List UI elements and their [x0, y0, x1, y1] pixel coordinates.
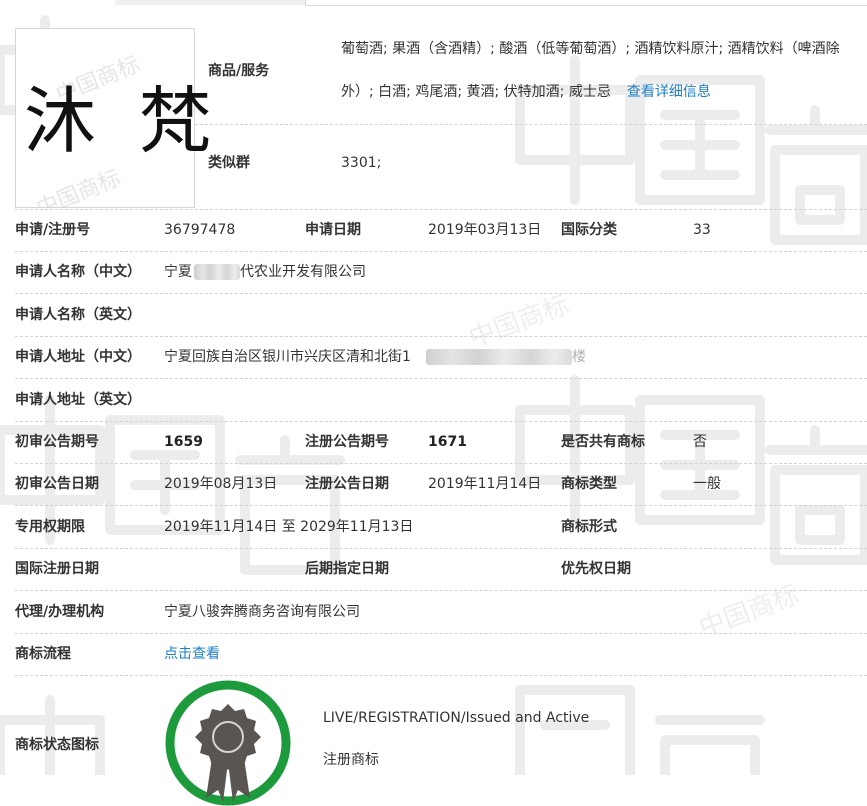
reg-no-value: 36797478 — [164, 222, 236, 238]
intl-class-value: 33 — [693, 222, 711, 238]
address-en-label: 申请人地址（英文） — [15, 392, 141, 408]
reg-pub-no-value: 1671 — [428, 434, 467, 450]
row-divider — [15, 336, 867, 337]
similar-group-value: 3301; — [341, 155, 382, 171]
intl-reg-date-label: 国际注册日期 — [15, 561, 99, 577]
app-date-value: 2019年03月13日 — [428, 222, 542, 238]
tab-strip — [0, 0, 867, 6]
row-divider — [15, 251, 867, 252]
redacted-region — [194, 264, 240, 280]
trademark-image: 中国商标 中国商标 沐 梵 — [15, 28, 211, 208]
goods-services-text: 外）; 白酒; 鸡尾酒; 黄酒; 伏特加酒; 威士忌 — [341, 84, 611, 100]
tm-form-label: 商标形式 — [561, 519, 617, 535]
agent-label: 代理/办理机构 — [15, 604, 105, 620]
prelim-no-value: 1659 — [164, 434, 203, 450]
priority-date-label: 优先权日期 — [561, 561, 631, 577]
row-divider — [15, 378, 867, 379]
intl-class-label: 国际分类 — [561, 222, 617, 238]
tm-type-label: 商标类型 — [561, 476, 617, 492]
tm-process-link[interactable]: 点击查看 — [164, 644, 220, 664]
goods-services-line-1: 葡萄酒; 果酒（含酒精）; 酸酒（低等葡萄酒）; 酒精饮料原汁; 酒精饮料（啤酒… — [341, 41, 840, 57]
later-designation-label: 后期指定日期 — [305, 561, 389, 577]
address-cn-value-prefix: 宁夏回族自治区银川市兴庆区清和北街1 — [164, 349, 411, 365]
status-chinese: 注册商标 — [323, 752, 379, 768]
status-english: LIVE/REGISTRATION/Issued and Active — [323, 710, 590, 726]
tm-status-label: 商标状态图标 — [15, 737, 99, 753]
shared-tm-label: 是否共有商标 — [561, 434, 645, 450]
row-divider — [195, 124, 867, 125]
applicant-en-label: 申请人名称（英文） — [15, 307, 141, 323]
agent-value: 宁夏八骏奔腾商务咨询有限公司 — [164, 604, 360, 620]
view-details-link[interactable]: 查看详细信息 — [627, 84, 711, 100]
applicant-cn-value-prefix: 宁夏 — [164, 264, 192, 280]
active-tab[interactable] — [115, 0, 306, 5]
prelim-date-label: 初审公告日期 — [15, 476, 99, 492]
row-divider — [15, 590, 867, 591]
tm-process-label: 商标流程 — [15, 646, 71, 662]
row-divider — [15, 421, 867, 422]
tm-type-value: 一般 — [693, 476, 721, 492]
reg-no-label: 申请/注册号 — [15, 222, 91, 238]
reg-pub-no-label: 注册公告期号 — [305, 434, 389, 450]
status-badge-icon — [165, 680, 291, 806]
trademark-detail-page: 中国商标 中国商标 沐 梵 商品/服务 葡萄酒; 果酒（含酒精）; 酸酒（低等葡… — [0, 0, 867, 806]
reg-pub-date-label: 注册公告日期 — [305, 476, 389, 492]
address-cn-label: 申请人地址（中文） — [15, 349, 141, 365]
row-divider — [15, 505, 867, 506]
applicant-cn-value-suffix: 代农业开发有限公司 — [240, 264, 366, 280]
redacted-region — [426, 349, 572, 365]
row-divider — [15, 209, 867, 210]
exclusive-period-label: 专用权期限 — [15, 519, 85, 535]
applicant-cn-label: 申请人名称（中文） — [15, 264, 141, 280]
address-cn-value-suffix: 楼 — [572, 349, 586, 365]
row-divider — [15, 675, 867, 676]
row-divider — [15, 463, 867, 464]
shared-tm-value: 否 — [693, 434, 707, 450]
row-divider — [15, 293, 867, 294]
mark-card-watermark-text: 中国商标 — [33, 166, 124, 207]
row-divider — [15, 548, 867, 549]
goods-services-line-2: 外）; 白酒; 鸡尾酒; 黄酒; 伏特加酒; 威士忌 查看详细信息 — [341, 82, 711, 102]
trademark-mark-text: 沐 梵 — [24, 79, 221, 163]
tab-strip-baseline — [305, 5, 867, 6]
goods-services-label: 商品/服务 — [208, 63, 270, 79]
row-divider — [15, 633, 867, 634]
reg-pub-date-value: 2019年11月14日 — [428, 476, 542, 492]
prelim-date-value: 2019年08月13日 — [164, 476, 278, 492]
similar-group-label: 类似群 — [208, 155, 250, 171]
exclusive-period-value: 2019年11月14日 至 2029年11月13日 — [164, 519, 414, 535]
app-date-label: 申请日期 — [305, 222, 361, 238]
prelim-no-label: 初审公告期号 — [15, 434, 99, 450]
